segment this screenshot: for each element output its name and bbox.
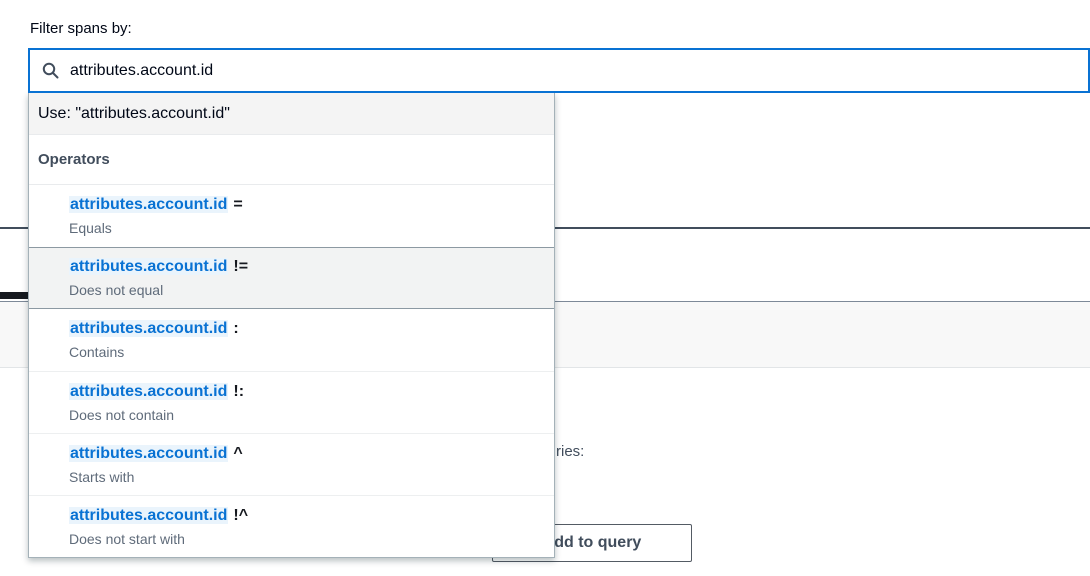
operator-option-attribute: attributes.account.id (69, 507, 228, 524)
operator-option-symbol: = (233, 196, 242, 213)
span-filter-search-input[interactable]: attributes.account.id (28, 48, 1090, 93)
operator-option-attribute: attributes.account.id (69, 383, 228, 400)
operator-option-row[interactable]: attributes.account.id = Equals (29, 185, 554, 247)
operator-option-expression: attributes.account.id: (69, 318, 554, 339)
operator-option-expression: attributes.account.id!: (69, 381, 554, 402)
search-input-value: attributes.account.id (70, 62, 213, 80)
operators-group-header: Operators (29, 135, 554, 185)
operator-option-row[interactable]: attributes.account.id !^ Does not start w… (29, 495, 554, 557)
operator-option-description: Does not equal (69, 280, 554, 300)
operator-option-attribute: attributes.account.id (69, 320, 228, 337)
operator-option-symbol: !^ (233, 507, 248, 524)
operator-option-row[interactable]: attributes.account.id: Contains (29, 309, 554, 371)
operator-option-symbol: ^ (233, 445, 242, 462)
operator-option-row[interactable]: attributes.account.id ^ Starts with (29, 433, 554, 495)
filter-spans-by-label: Filter spans by: (30, 20, 132, 37)
operator-option-row[interactable]: attributes.account.id!: Does not contain (29, 371, 554, 433)
operator-option-description: Starts with (69, 467, 554, 487)
operator-option-attribute: attributes.account.id (69, 445, 228, 462)
search-icon (42, 62, 59, 79)
operator-option-row[interactable]: attributes.account.id != Does not equal (29, 247, 554, 309)
operator-option-description: Contains (69, 342, 554, 362)
operator-option-symbol: !: (233, 383, 244, 400)
operator-option-attribute: attributes.account.id (69, 258, 228, 275)
operator-option-description: Equals (69, 218, 554, 238)
operator-option-description: Does not start with (69, 529, 554, 549)
operator-option-symbol: != (233, 258, 248, 275)
operator-options-list: attributes.account.id = Equals attributes… (29, 185, 554, 557)
filter-suggestions-dropdown: Use: "attributes.account.id" Operators a… (28, 93, 555, 558)
use-raw-value-option[interactable]: Use: "attributes.account.id" (29, 93, 554, 135)
operator-option-description: Does not contain (69, 405, 554, 425)
operator-option-symbol: : (233, 320, 238, 337)
operator-option-expression: attributes.account.id ^ (69, 443, 554, 464)
operator-option-expression: attributes.account.id != (69, 256, 554, 277)
operator-option-expression: attributes.account.id !^ (69, 505, 554, 526)
truncated-background-label: ries: (556, 443, 584, 460)
operator-option-attribute: attributes.account.id (69, 196, 228, 213)
operator-option-expression: attributes.account.id = (69, 194, 554, 215)
